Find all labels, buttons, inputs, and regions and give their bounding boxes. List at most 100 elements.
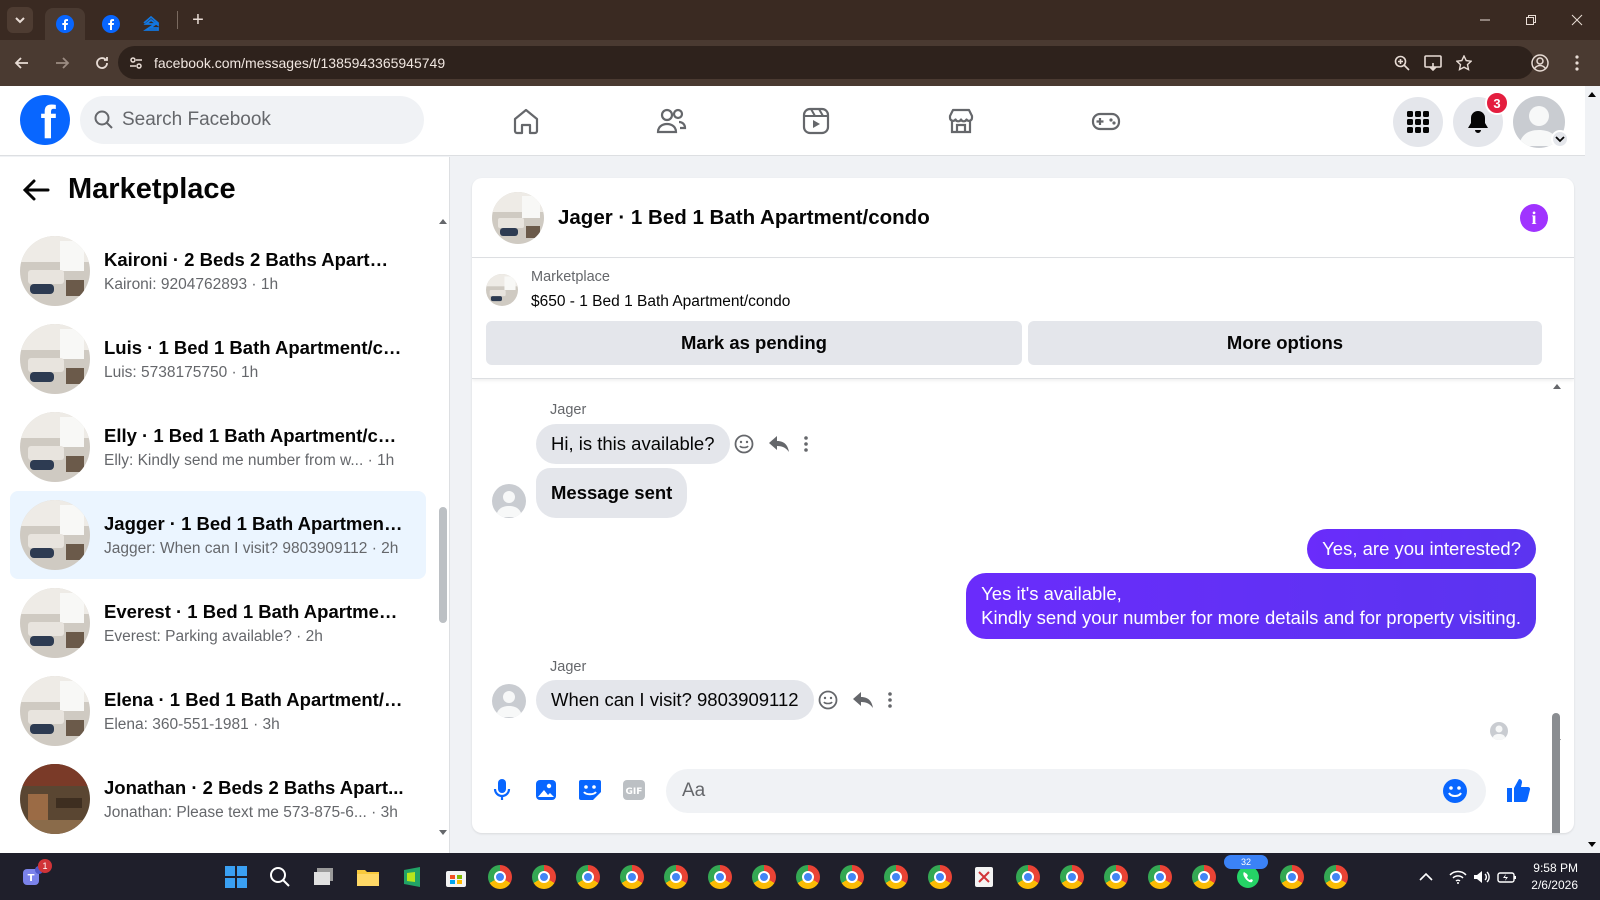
attach-photo-button[interactable] [530, 774, 562, 806]
minimize-button[interactable] [1462, 0, 1508, 40]
notifications-button[interactable]: 3 [1453, 91, 1509, 147]
new-tab-button[interactable]: + [184, 9, 212, 32]
browser-tab-facebook[interactable] [45, 8, 85, 40]
conversation-item[interactable]: Jonathan · 2 Beds 2 Baths Apart... Jonath… [10, 755, 426, 843]
whatsapp-button[interactable]: 32 [1224, 855, 1270, 895]
scroll-up-icon[interactable] [1587, 90, 1597, 98]
chrome-taskbar-5[interactable] [654, 859, 698, 895]
address-bar[interactable]: facebook.com/messages/t/1385943365945749 [118, 46, 1534, 79]
tab-search-button[interactable] [7, 7, 33, 33]
zoom-icon[interactable] [1394, 55, 1410, 71]
nav-marketplace[interactable] [887, 86, 1035, 156]
cast-icon[interactable] [1424, 54, 1442, 71]
mark-as-pending-button[interactable]: Mark as pending [486, 321, 1022, 365]
scroll-up-icon[interactable] [1552, 382, 1562, 390]
reload-button[interactable] [84, 45, 120, 81]
store-button[interactable] [434, 859, 478, 895]
reply-icon[interactable] [852, 691, 874, 709]
more-icon[interactable] [804, 436, 808, 452]
file-explorer-button[interactable] [346, 859, 390, 895]
browser-tab-zillow[interactable] [131, 8, 171, 40]
back-arrow-icon[interactable] [22, 178, 50, 202]
chevron-up-icon[interactable] [1419, 872, 1433, 882]
message-bubble-outgoing[interactable]: Yes, are you interested? [1307, 529, 1536, 569]
scroll-down-icon[interactable] [438, 829, 448, 837]
taskbar-search-button[interactable] [258, 859, 302, 895]
chrome-taskbar-7[interactable] [742, 859, 786, 895]
chrome-taskbar-11[interactable] [918, 859, 962, 895]
sidebar-scroll-thumb[interactable] [439, 507, 447, 623]
message-bubble-incoming[interactable]: When can I visit? 9803909112 [536, 680, 814, 720]
react-emoji-icon[interactable] [734, 434, 754, 454]
browser-tab-facebook-2[interactable] [91, 8, 131, 40]
restore-button[interactable] [1508, 0, 1554, 40]
snipping-tool-button[interactable] [962, 859, 1006, 895]
listing-title[interactable]: $650 - 1 Bed 1 Bath Apartment/condo [531, 293, 790, 311]
wifi-icon[interactable] [1449, 870, 1467, 884]
excel-button[interactable] [390, 859, 434, 895]
clock[interactable]: 9:58 PM 2/6/2026 [1531, 860, 1578, 894]
conversation-item[interactable]: Jagger · 1 Bed 1 Bath Apartment/... Jagge… [10, 491, 426, 579]
conversation-item[interactable]: Luis · 1 Bed 1 Bath Apartment/co... Luis:… [10, 315, 426, 403]
volume-icon[interactable] [1473, 870, 1491, 884]
message-bubble-outgoing-multiline[interactable]: Yes it's available, Kindly send your num… [966, 573, 1536, 639]
voice-clip-button[interactable] [486, 774, 518, 806]
conversation-item[interactable]: Everest · 1 Bed 1 Bath Apartment... Evere… [10, 579, 426, 667]
chrome-taskbar-6[interactable] [698, 859, 742, 895]
chrome-taskbar-13[interactable] [1050, 859, 1094, 895]
chrome-taskbar-2[interactable] [522, 859, 566, 895]
scroll-up-icon[interactable] [438, 217, 448, 225]
chrome-taskbar-1[interactable] [478, 859, 522, 895]
chrome-taskbar-4[interactable] [610, 859, 654, 895]
chrome-taskbar-14[interactable] [1094, 859, 1138, 895]
conversation-item[interactable]: Kaironi · 2 Beds 2 Baths Apartme... Kairo… [10, 227, 426, 315]
back-button[interactable] [4, 45, 40, 81]
start-button[interactable] [214, 859, 258, 895]
send-like-button[interactable] [1502, 774, 1534, 806]
chrome-taskbar-8[interactable] [786, 859, 830, 895]
search-input[interactable] [122, 109, 402, 131]
page-scrollbar[interactable] [1585, 86, 1600, 853]
browser-profile-button[interactable] [1523, 46, 1556, 79]
chrome-taskbar-12[interactable] [1006, 859, 1050, 895]
menu-button[interactable] [1393, 97, 1443, 147]
close-window-button[interactable] [1554, 0, 1600, 40]
chrome-taskbar-3[interactable] [566, 859, 610, 895]
reply-icon[interactable] [768, 435, 790, 453]
teams-button[interactable]: T 1 [18, 859, 52, 891]
nav-home[interactable] [452, 86, 600, 156]
listing-thumbnail[interactable] [492, 192, 544, 244]
message-input-box[interactable] [666, 769, 1486, 813]
nav-friends[interactable] [597, 86, 745, 156]
more-options-button[interactable]: More options [1028, 321, 1542, 365]
battery-icon[interactable] [1497, 870, 1517, 884]
message-input[interactable] [682, 780, 1442, 802]
nav-gaming[interactable] [1032, 86, 1180, 156]
emoji-icon[interactable] [1442, 778, 1468, 804]
account-button[interactable] [1513, 96, 1569, 148]
search-box[interactable] [80, 96, 424, 144]
forward-button[interactable] [44, 45, 80, 81]
react-emoji-icon[interactable] [818, 690, 838, 710]
scroll-down-icon[interactable] [1587, 841, 1597, 849]
task-view-button[interactable] [302, 859, 346, 895]
gif-button[interactable]: GIF [618, 774, 650, 806]
chrome-taskbar-15[interactable] [1138, 859, 1182, 895]
chat-title[interactable]: Jager · 1 Bed 1 Bath Apartment/condo [558, 206, 930, 230]
conversation-item[interactable]: Elly · 1 Bed 1 Bath Apartment/co... Elly:… [10, 403, 426, 491]
site-info-icon[interactable] [128, 55, 144, 71]
bookmark-star-icon[interactable] [1456, 54, 1472, 71]
nav-video[interactable] [742, 86, 890, 156]
conversation-info-button[interactable]: i [1520, 204, 1548, 232]
chrome-taskbar-9[interactable] [830, 859, 874, 895]
chrome-taskbar-17[interactable] [1270, 859, 1314, 895]
conversation-item[interactable]: Elena · 1 Bed 1 Bath Apartment/c... Elena… [10, 667, 426, 755]
chrome-taskbar-18[interactable] [1314, 859, 1358, 895]
chrome-taskbar-10[interactable] [874, 859, 918, 895]
message-bubble-incoming[interactable]: Hi, is this available? [536, 424, 730, 464]
facebook-logo[interactable]: f [20, 95, 70, 145]
chrome-taskbar-16[interactable] [1182, 859, 1226, 895]
browser-menu-button[interactable] [1562, 46, 1592, 79]
sticker-button[interactable] [574, 774, 606, 806]
listing-small-thumbnail[interactable] [486, 274, 518, 306]
